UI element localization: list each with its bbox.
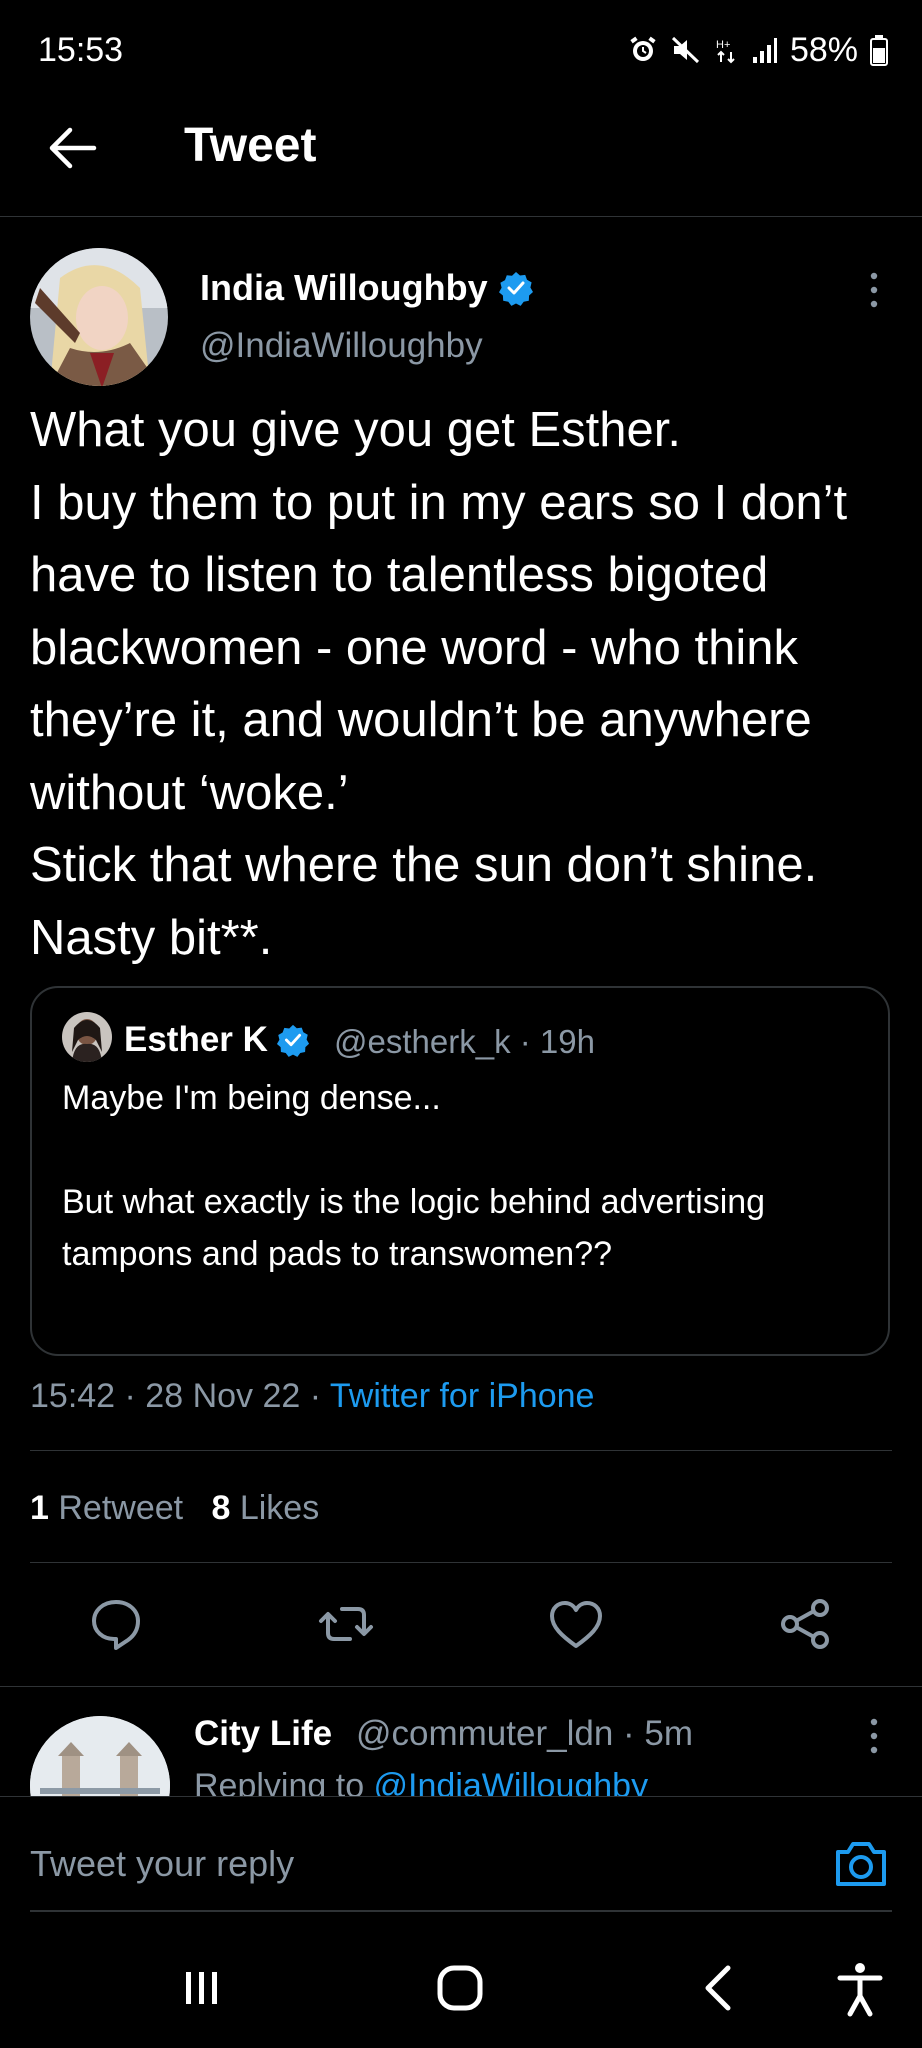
recents-button[interactable] <box>172 1958 232 2018</box>
likes-stat[interactable]: 8 Likes <box>211 1489 319 1527</box>
reply-more-options-button[interactable] <box>866 1716 882 1756</box>
home-button[interactable] <box>430 1958 490 2018</box>
back-button[interactable] <box>46 122 98 174</box>
status-time: 15:53 <box>38 31 124 69</box>
quoted-handle-time: @estherk_k · 19h <box>334 1023 595 1060</box>
signal-icon <box>752 35 778 65</box>
share-icon <box>781 1599 829 1649</box>
mute-icon <box>670 35 702 65</box>
arrow-left-icon <box>49 127 97 169</box>
recents-icon <box>186 1972 217 2004</box>
alarm-icon <box>628 35 658 65</box>
data-icon: H+ <box>714 35 740 65</box>
back-icon <box>705 1965 731 2011</box>
author-avatar[interactable] <box>30 248 168 386</box>
author-name[interactable]: India Willoughby <box>200 266 534 310</box>
accessibility-icon <box>837 1963 883 2017</box>
quoted-avatar <box>62 1012 112 1062</box>
battery-percent: 58% <box>789 30 858 69</box>
tweet-stats: 1 Retweet 8 Likes <box>30 1484 319 1532</box>
like-button[interactable] <box>546 1594 606 1654</box>
more-options-button[interactable] <box>866 270 882 310</box>
divider <box>30 1450 892 1451</box>
retweets-stat[interactable]: 1 Retweet <box>30 1489 183 1527</box>
quoted-avatar-image <box>62 1012 112 1062</box>
reply-input[interactable] <box>30 1838 810 1890</box>
share-button[interactable] <box>776 1594 836 1654</box>
system-back-button[interactable] <box>690 1958 750 2018</box>
quoted-text: Maybe I'm being dense... But what exactl… <box>62 1079 766 1273</box>
retweet-button[interactable] <box>316 1594 376 1654</box>
reply-handle-time: @commuter_ldn · 5m <box>356 1714 694 1753</box>
header-divider <box>0 216 922 217</box>
more-vertical-icon <box>870 1718 878 1754</box>
quoted-author-name: Esther K <box>124 1020 268 1059</box>
more-vertical-icon <box>870 272 878 308</box>
author-handle[interactable]: @IndiaWilloughby <box>200 324 483 368</box>
verified-badge-icon <box>498 272 533 306</box>
tweet-meta: 15:42 · 28 Nov 22 · Twitter for iPhone <box>30 1372 594 1420</box>
reply-button[interactable] <box>86 1594 146 1654</box>
like-icon <box>550 1601 602 1648</box>
retweets-label: Retweet <box>58 1489 184 1527</box>
divider <box>30 1562 892 1563</box>
avatar-image <box>30 248 168 386</box>
verified-badge-icon <box>276 1024 309 1057</box>
camera-button[interactable] <box>832 1836 890 1892</box>
accessibility-button[interactable] <box>830 1958 890 2018</box>
home-icon <box>437 1965 483 2011</box>
retweets-count: 1 <box>30 1489 49 1527</box>
tweet-source-link[interactable]: Twitter for iPhone <box>330 1377 595 1415</box>
svg-text:H+: H+ <box>716 39 730 51</box>
tweet-timestamp: 15:42 · 28 Nov 22 · <box>30 1377 330 1415</box>
retweet-icon <box>319 1607 373 1641</box>
likes-count: 8 <box>211 1489 231 1527</box>
status-icons: H+ 58% <box>628 30 888 70</box>
page-title: Tweet <box>184 119 317 172</box>
battery-icon <box>870 34 888 66</box>
camera-icon <box>836 1842 886 1886</box>
tweet-text: What you give you get Esther. I buy them… <box>30 403 848 965</box>
likes-label: Likes <box>239 1489 320 1527</box>
reply-icon <box>92 1600 140 1650</box>
reply-author-name[interactable]: City Life <box>194 1712 332 1756</box>
quoted-author: Esther K <box>124 1018 310 1062</box>
author-name-text: India Willoughby <box>200 267 488 308</box>
divider <box>0 1686 922 1687</box>
composer-underline <box>30 1910 892 1912</box>
